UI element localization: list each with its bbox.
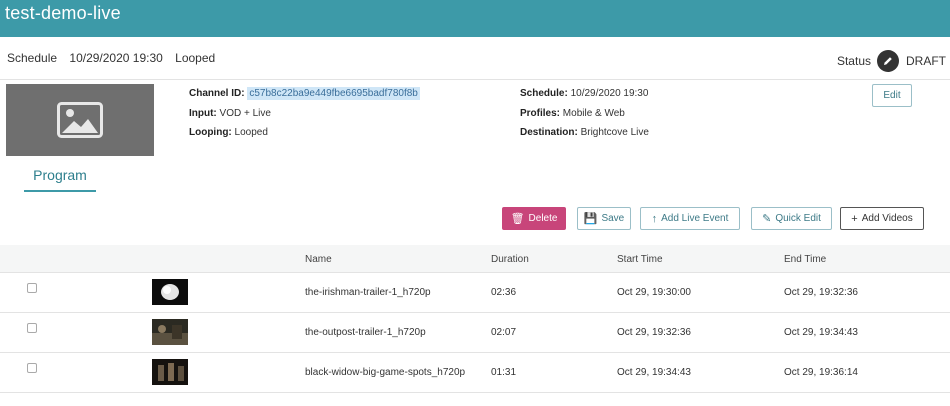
profiles-value: Mobile & Web [562, 108, 625, 119]
schedule-value: 10/29/2020 19:30 [69, 51, 163, 65]
looping-detail-value: Looped [234, 127, 268, 138]
profiles-row: Profiles: Mobile & Web [520, 108, 625, 119]
table-row[interactable]: black-widow-big-game-spots_h720p 01:31 O… [0, 353, 950, 393]
channel-id-row: Channel ID: c57b8c22ba9e449fbe6695badf78… [189, 87, 420, 100]
column-duration[interactable]: Duration [491, 254, 529, 265]
video-name: the-irishman-trailer-1_h720p [305, 287, 431, 298]
page-title: test-demo-live [5, 3, 121, 23]
video-name: black-widow-big-game-spots_h720p [305, 367, 466, 378]
save-label: Save [601, 213, 625, 224]
quick-edit-button[interactable]: ✎ Quick Edit [751, 207, 832, 230]
schedule-detail-value: 10/29/2020 19:30 [570, 88, 649, 99]
video-end-time: Oct 29, 19:36:14 [784, 367, 858, 378]
sub-header: Schedule 10/29/2020 19:30 Looped Status … [0, 38, 950, 80]
destination-label: Destination: [520, 127, 578, 138]
video-name: the-outpost-trailer-1_h720p [305, 327, 426, 338]
input-row: Input: VOD + Live [189, 108, 271, 119]
add-live-event-button[interactable]: ↑ Add Live Event [640, 207, 740, 230]
video-duration: 01:31 [491, 367, 517, 378]
destination-row: Destination: Brightcove Live [520, 127, 649, 138]
looping-value: Looped [175, 51, 216, 65]
channel-id-value[interactable]: c57b8c22ba9e449fbe6695badf780f8b [247, 87, 420, 100]
table-row[interactable]: the-irishman-trailer-1_h720p 02:36 Oct 2… [0, 273, 950, 313]
pencil-icon[interactable] [877, 50, 899, 72]
row-checkbox[interactable] [27, 283, 37, 293]
video-thumbnail [152, 279, 188, 305]
video-end-time: Oct 29, 19:34:43 [784, 327, 858, 338]
table-row[interactable]: the-outpost-trailer-1_h720p 02:07 Oct 29… [0, 313, 950, 353]
row-checkbox[interactable] [27, 363, 37, 373]
video-end-time: Oct 29, 19:32:36 [784, 287, 858, 298]
destination-value: Brightcove Live [580, 127, 649, 138]
video-thumbnail [152, 319, 188, 345]
trash-icon: 🗑 [510, 213, 525, 225]
video-start-time: Oct 29, 19:30:00 [617, 287, 691, 298]
column-start-time[interactable]: Start Time [617, 254, 663, 265]
schedule-row: Schedule: 10/29/2020 19:30 [520, 88, 648, 99]
floppy-icon: 💾 [583, 213, 598, 225]
schedule-summary: Schedule 10/29/2020 19:30 Looped [7, 51, 224, 65]
delete-label: Delete [528, 213, 558, 224]
video-duration: 02:36 [491, 287, 517, 298]
quick-edit-label: Quick Edit [775, 213, 821, 224]
status-label: Status [836, 54, 871, 68]
channel-thumbnail [6, 84, 154, 156]
video-duration: 02:07 [491, 327, 517, 338]
table-header: Name Duration Start Time End Time [0, 245, 950, 273]
column-end-time[interactable]: End Time [784, 254, 826, 265]
image-placeholder-icon [57, 102, 103, 138]
video-thumbnail [152, 359, 188, 385]
input-value: VOD + Live [219, 108, 271, 119]
row-checkbox[interactable] [27, 323, 37, 333]
status-badge: DRAFT [906, 54, 946, 68]
delete-button[interactable]: 🗑 Delete [502, 207, 566, 230]
video-start-time: Oct 29, 19:34:43 [617, 367, 691, 378]
add-videos-label: Add Videos [861, 213, 913, 224]
video-start-time: Oct 29, 19:32:36 [617, 327, 691, 338]
tab-program[interactable]: Program [24, 167, 96, 192]
plus-icon: + [851, 212, 858, 225]
schedule-label: Schedule [7, 51, 58, 65]
schedule-detail-label: Schedule: [520, 88, 568, 99]
input-label: Input: [189, 108, 217, 119]
edit-button[interactable]: Edit [872, 84, 912, 107]
arrow-up-icon: ↑ [651, 212, 658, 225]
column-name[interactable]: Name [305, 254, 332, 265]
looping-label: Looping: [189, 127, 232, 138]
top-bar: test-demo-live [0, 0, 950, 37]
channel-id-label: Channel ID: [189, 88, 245, 99]
looping-row: Looping: Looped [189, 127, 268, 138]
save-button[interactable]: 💾 Save [577, 207, 631, 230]
pencil-icon: ✎ [762, 213, 772, 225]
add-videos-button[interactable]: + Add Videos [840, 207, 924, 230]
profiles-label: Profiles: [520, 108, 561, 119]
add-live-event-label: Add Live Event [661, 213, 729, 224]
status-area: Status DRAFT [837, 50, 946, 72]
